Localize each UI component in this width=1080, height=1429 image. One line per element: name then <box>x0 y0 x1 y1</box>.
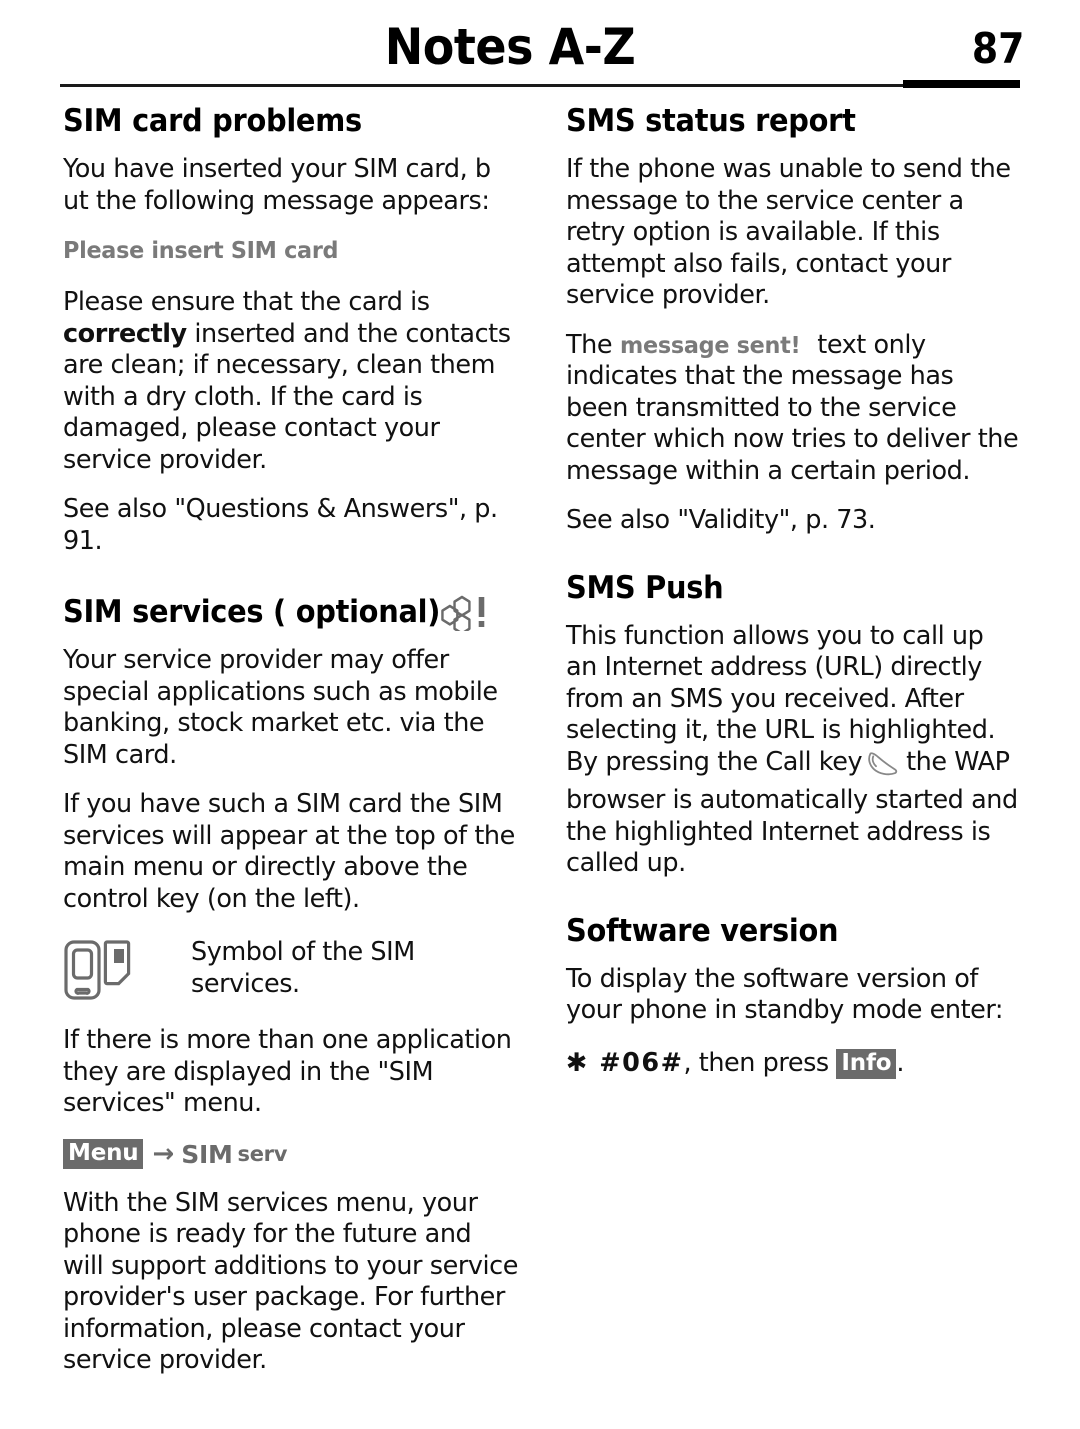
page-number: 87 <box>971 24 1024 73</box>
paragraph-ensure-card-part1: Please ensure that the card is <box>63 287 430 317</box>
softkey-menu-button[interactable]: Menu <box>63 1139 144 1170</box>
header-rule-thick <box>903 80 1020 88</box>
paragraph-ensure-card: Please ensure that the card is correctly… <box>63 287 518 476</box>
page-header: Notes A-Z 87 <box>0 0 1080 92</box>
heading-sim-card-problems: SIM card problems <box>63 103 362 139</box>
paragraph-software-version: To display the software version of your … <box>566 963 1004 1026</box>
phone-and-sim-card-icon <box>63 937 191 1001</box>
heading-sim-services: SIM services ( optional) <box>63 594 486 635</box>
hexagon-cluster-icon <box>438 595 492 638</box>
paragraph-sms-push: This function allows you to call up an I… <box>566 621 1021 880</box>
display-message-text: Please insert SIM card <box>63 236 339 264</box>
heading-software-version: Software version <box>566 912 839 949</box>
left-column: SIM card problems You have inserted your… <box>63 104 518 1377</box>
display-message-sent: message sent! <box>619 330 801 359</box>
menu-target-serv[interactable]: serv <box>238 1141 288 1168</box>
code-tail: , then press <box>683 1047 837 1078</box>
paragraph-sim-services-location: If you have such a SIM card the SIM serv… <box>63 789 515 914</box>
paragraph-message-sent-explanation: The message sent! text only indicates th… <box>566 330 1021 488</box>
heading-sms-status-report: SMS status report <box>566 103 856 139</box>
arrow-right-icon: → <box>152 1138 175 1169</box>
softkey-info-button[interactable]: Info <box>836 1048 897 1079</box>
symbol-legend-row: Symbol of the SIM services. <box>63 937 518 1001</box>
paragraph-message-sent-part1: The <box>566 329 620 360</box>
paragraph-see-also-questions: See also "Questions & Answers", p. 91. <box>63 494 498 556</box>
paragraph-sim-services-future: With the SIM services menu, your phone i… <box>63 1187 518 1376</box>
paragraph-service-provider-apps: Your service provider may offer special … <box>63 645 498 770</box>
paragraph-sim-inserted: You have inserted your SIM card, b ut th… <box>63 154 491 216</box>
display-message-please-insert-sim: Please insert SIM card <box>63 235 518 269</box>
menu-target-sim[interactable]: SIM <box>181 1141 233 1168</box>
code-end: . <box>896 1047 905 1078</box>
paragraph-multiple-applications: If there is more than one application th… <box>63 1025 512 1118</box>
heading-sim-services-label: SIM services ( optional) <box>63 594 441 630</box>
paragraph-software-version-code: ✱ #06#, then press Info. <box>566 1045 1021 1081</box>
paragraph-unable-to-send: If the phone was unable to send the mess… <box>566 154 1011 310</box>
heading-sms-push: SMS Push <box>566 569 724 606</box>
menu-path-sim-services: Menu → SIM serv <box>63 1138 518 1172</box>
page-title: Notes A-Z <box>384 18 636 76</box>
paragraph-ensure-card-bold: correctly <box>63 318 187 349</box>
paragraph-see-also-validity: See also "Validity", p. 73. <box>566 505 876 535</box>
code-sequence: ✱ #06# <box>566 1047 684 1078</box>
call-key-icon <box>866 749 900 786</box>
symbol-description: Symbol of the SIM services. <box>191 937 415 999</box>
header-rule-thin <box>60 84 1020 87</box>
right-column: SMS status report If the phone was unabl… <box>566 104 1021 1081</box>
